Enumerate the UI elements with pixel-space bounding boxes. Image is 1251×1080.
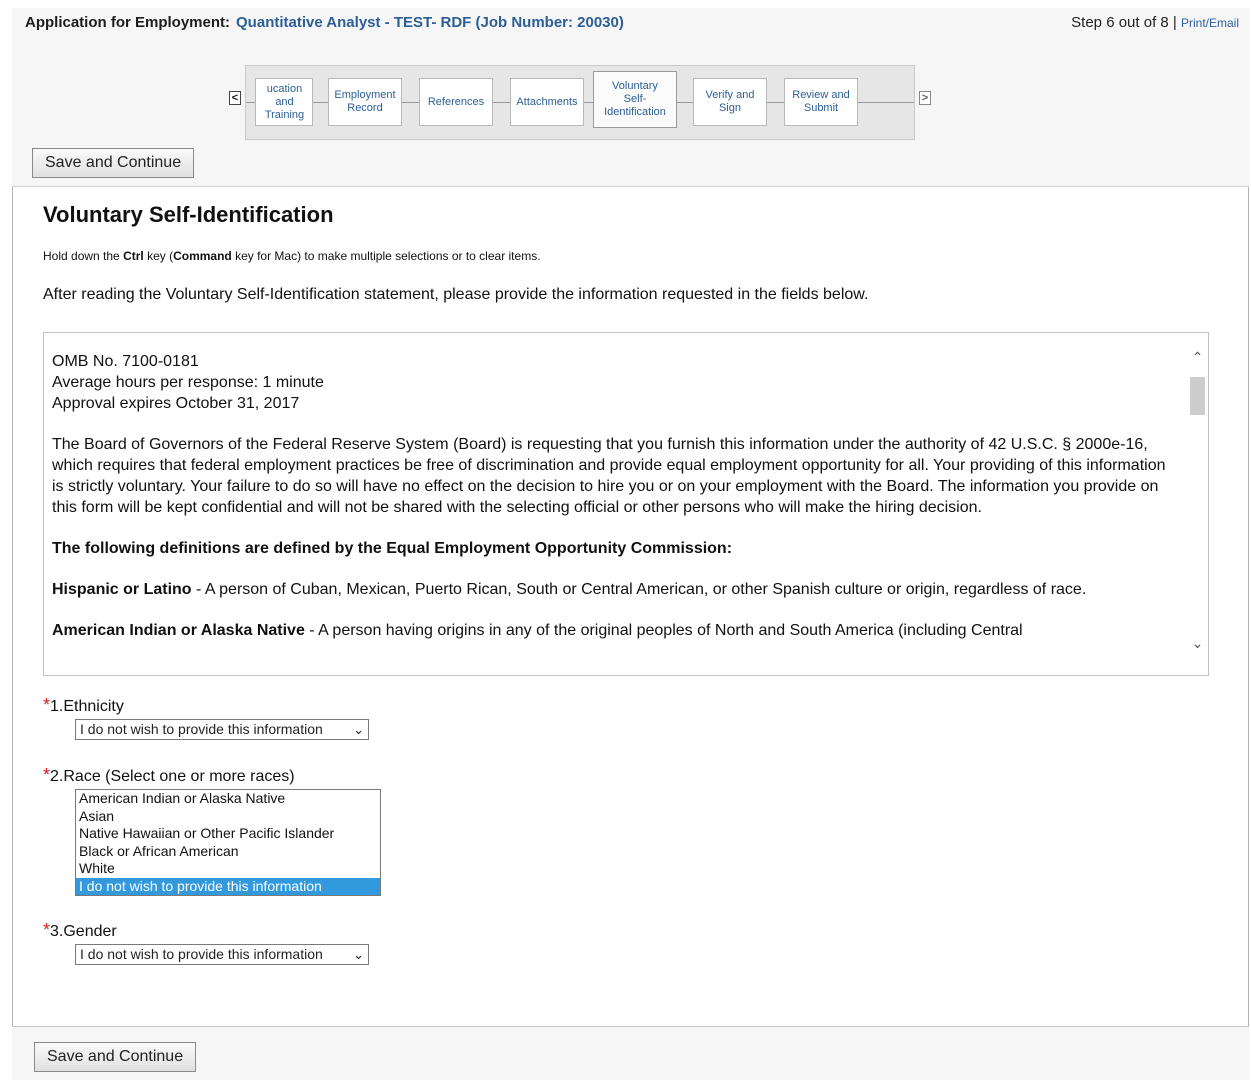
step-education-training[interactable]: ucation and Training: [255, 78, 313, 126]
step-counter: Step 6 out of 8 |: [1071, 14, 1177, 31]
race-label: 2.Race (Select one or more races): [50, 768, 295, 785]
definition-american-indian: American Indian or Alaska Native - A per…: [52, 620, 1172, 641]
statement-content: OMB No. 7100-0181 Average hours per resp…: [52, 351, 1172, 661]
race-question: *2.Race (Select one or more races): [43, 765, 295, 786]
step-navigator: ucation and Training Employment Record Ref…: [245, 65, 915, 140]
step-references[interactable]: References: [419, 78, 493, 126]
hint-text: key (: [143, 249, 174, 263]
ethnicity-label: 1.Ethnicity: [50, 698, 124, 715]
step-label-line: Employment: [334, 89, 396, 101]
hours-per-response: Average hours per response: 1 minute: [52, 374, 324, 391]
scroll-up-icon[interactable]: ⌃: [1190, 349, 1205, 366]
hint-text: Hold down the: [43, 249, 124, 263]
race-listbox[interactable]: American Indian or Alaska Native Asian N…: [75, 789, 381, 896]
race-option[interactable]: American Indian or Alaska Native: [76, 790, 380, 808]
chevron-down-icon: ⌄: [353, 947, 364, 962]
definitions-heading: The following definitions are defined by…: [52, 538, 1172, 559]
definition-hispanic: Hispanic or Latino - A person of Cuban, …: [52, 579, 1172, 600]
step-label-line: Self-: [623, 93, 647, 105]
intro-text: After reading the Voluntary Self-Identif…: [43, 286, 869, 303]
definitions-heading-text: The following definitions are defined by…: [52, 540, 733, 557]
definition-term: Hispanic or Latino: [52, 581, 192, 598]
required-asterisk-icon: *: [43, 765, 51, 785]
scroll-down-icon[interactable]: ⌄: [1190, 635, 1205, 652]
step-voluntary-self-identification[interactable]: Voluntary Self- Identification: [593, 71, 677, 128]
hint-command-key: Command: [173, 249, 232, 263]
step-employment-record[interactable]: Employment Record: [328, 78, 402, 126]
ethnicity-select[interactable]: I do not wish to provide this informatio…: [75, 719, 369, 740]
job-title: Quantitative Analyst - TEST- RDF (Job Nu…: [236, 14, 624, 31]
required-asterisk-icon: *: [43, 695, 51, 715]
race-option[interactable]: Black or African American: [76, 843, 380, 861]
step-label-line: Identification: [604, 106, 666, 118]
application-title: Application for Employment: Quantitative …: [25, 14, 624, 31]
step-label-line: Record: [347, 102, 383, 114]
step-label-line: Verify and: [705, 89, 755, 101]
definition-text: - A person having origins in any of the …: [304, 622, 1023, 639]
required-asterisk-icon: *: [43, 920, 51, 940]
self-identification-statement[interactable]: OMB No. 7100-0181 Average hours per resp…: [43, 332, 1209, 676]
race-option[interactable]: Asian: [76, 808, 380, 826]
steps-prev-arrow-icon[interactable]: <: [229, 91, 241, 105]
step-label-line: Voluntary: [612, 80, 658, 92]
save-continue-button-bottom[interactable]: Save and Continue: [34, 1042, 197, 1072]
ethnicity-question: *1.Ethnicity: [43, 695, 124, 716]
approval-expiry: Approval expires October 31, 2017: [52, 395, 300, 412]
hint-ctrl-key: Ctrl: [123, 249, 144, 263]
step-label-line: References: [427, 95, 485, 108]
footer-bar: [12, 1026, 1249, 1080]
race-option[interactable]: White: [76, 860, 380, 878]
step-label-line: ucation and: [266, 82, 303, 108]
statement-header-block: OMB No. 7100-0181 Average hours per resp…: [52, 351, 1172, 414]
gender-question: *3.Gender: [43, 920, 117, 941]
gender-selected-value: I do not wish to provide this informatio…: [80, 946, 323, 962]
statement-scrollbar[interactable]: ⌃ ⌄: [1186, 333, 1208, 675]
application-label: Application for Employment:: [25, 14, 231, 31]
page-title: Voluntary Self-Identification: [43, 202, 334, 227]
scrollbar-thumb[interactable]: [1190, 377, 1205, 415]
gender-label: 3.Gender: [50, 923, 117, 940]
step-label-line: Training: [264, 108, 305, 121]
step-indicator: Step 6 out of 8 | Print/Email: [1071, 14, 1239, 31]
step-label-line: Submit: [803, 102, 839, 114]
step-attachments[interactable]: Attachments: [510, 78, 584, 126]
step-verify-sign[interactable]: Verify and Sign: [693, 78, 767, 126]
print-email-link[interactable]: Print/Email: [1181, 16, 1239, 30]
omb-number: OMB No. 7100-0181: [52, 353, 199, 370]
step-label-line: Sign: [718, 102, 741, 114]
definition-text: - A person of Cuban, Mexican, Puerto Ric…: [191, 581, 1087, 598]
ethnicity-selected-value: I do not wish to provide this informatio…: [80, 721, 323, 737]
chevron-down-icon: ⌄: [353, 722, 364, 737]
statement-body: The Board of Governors of the Federal Re…: [52, 436, 1166, 516]
save-continue-button-top[interactable]: Save and Continue: [32, 148, 195, 178]
step-review-submit[interactable]: Review and Submit: [784, 78, 858, 126]
multi-select-hint: Hold down the Ctrl key (Command key for …: [43, 249, 541, 263]
race-option-selected[interactable]: I do not wish to provide this informatio…: [76, 877, 380, 895]
step-label-line: Attachments: [516, 95, 578, 108]
gender-select[interactable]: I do not wish to provide this informatio…: [75, 944, 369, 965]
race-option[interactable]: Native Hawaiian or Other Pacific Islande…: [76, 825, 380, 843]
step-label-line: Review and: [792, 89, 850, 101]
definition-term: American Indian or Alaska Native: [52, 622, 305, 639]
steps-next-arrow-icon[interactable]: >: [919, 91, 931, 105]
hint-text: key for Mac) to make multiple selections…: [231, 249, 541, 263]
